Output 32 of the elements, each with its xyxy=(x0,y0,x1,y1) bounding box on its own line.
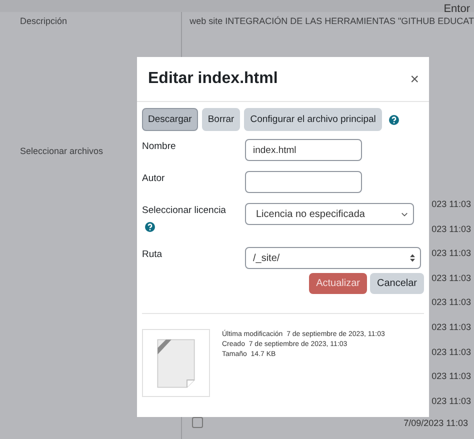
cancel-button[interactable]: Cancelar xyxy=(370,273,424,294)
field-label: Seleccionar licencia xyxy=(142,205,227,216)
chevron-down-icon xyxy=(401,212,408,216)
text-field[interactable]: index.html xyxy=(245,139,362,161)
dialog-title: Editar index.html xyxy=(148,70,278,88)
help-icon[interactable] xyxy=(388,114,399,124)
description-text: web site INTEGRACIÓN DE LAS HERRAMIENTAS "GITHUB EDUCAT xyxy=(190,16,474,26)
file-date: 023 11:03 xyxy=(432,296,471,308)
file-date: 023 11:03 xyxy=(432,222,471,235)
description-label: Descripción xyxy=(20,16,68,26)
text-field[interactable] xyxy=(245,171,362,193)
user-menu[interactable]: Entor xyxy=(444,4,470,12)
file-date: 023 11:03 xyxy=(432,272,471,284)
file-date: 7/09/2023 11:03 xyxy=(404,416,468,429)
action-button[interactable]: Borrar xyxy=(202,108,240,131)
help-icon[interactable] xyxy=(145,222,155,232)
field-label: Autor xyxy=(142,173,166,184)
file-date: 023 11:03 xyxy=(432,247,471,260)
sort-arrows-icon xyxy=(410,254,415,262)
file-date: 023 11:03 xyxy=(432,370,471,382)
license-dropdown[interactable]: Licencia no especificada xyxy=(245,203,414,225)
close-button[interactable]: × xyxy=(410,70,419,88)
files-label: Seleccionar archivos xyxy=(20,146,104,156)
file-date: 023 11:03 xyxy=(432,320,471,333)
file-date: 023 11:03 xyxy=(432,198,471,210)
file-date: 023 11:03 xyxy=(432,346,471,358)
action-button[interactable]: Configurar el archivo principal xyxy=(244,108,382,131)
file-date: 023 11:03 xyxy=(432,394,471,407)
field-label: Nombre xyxy=(142,141,177,152)
path-dropdown[interactable]: /_site/ xyxy=(245,247,421,269)
field-label: Ruta xyxy=(142,249,164,260)
action-button[interactable]: Descargar xyxy=(142,108,198,131)
